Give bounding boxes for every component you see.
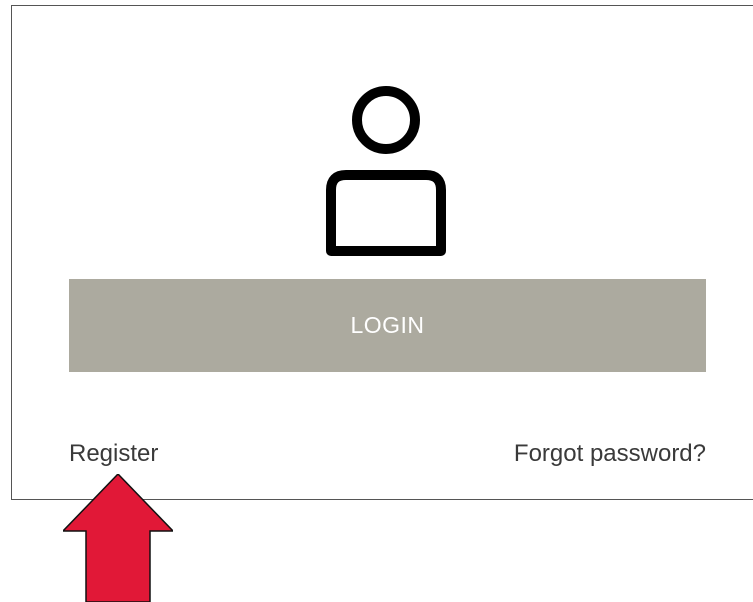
user-icon xyxy=(326,86,446,256)
register-link[interactable]: Register xyxy=(69,440,158,468)
login-button[interactable]: LOGIN xyxy=(69,279,706,372)
forgot-password-link[interactable]: Forgot password? xyxy=(514,440,706,468)
up-arrow-icon xyxy=(63,474,173,602)
